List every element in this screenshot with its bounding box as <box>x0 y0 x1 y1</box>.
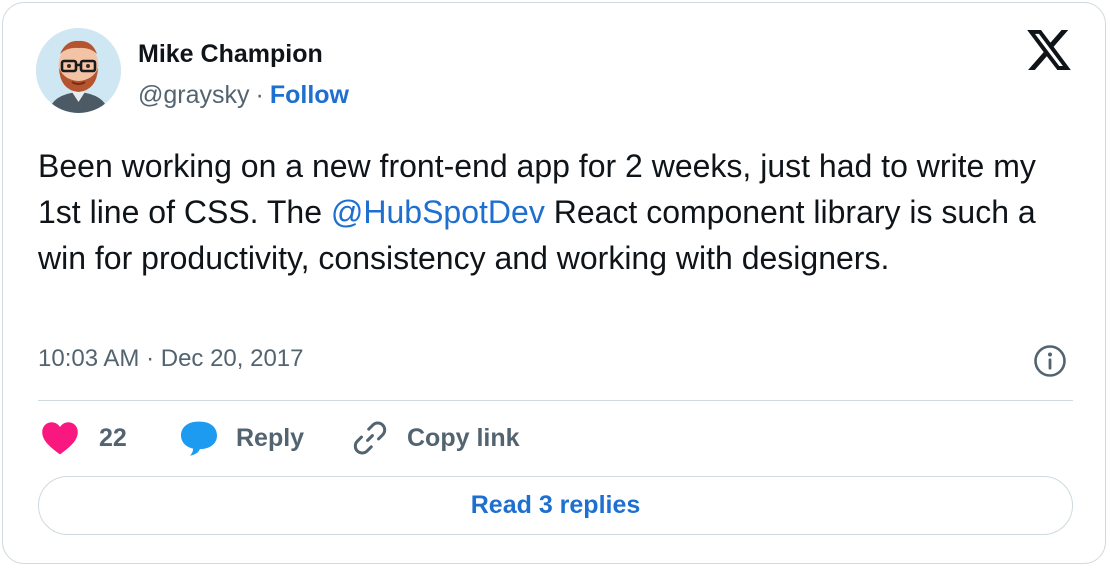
speech-bubble-icon <box>181 421 217 456</box>
link-icon <box>353 421 387 455</box>
author-name[interactable]: Mike Champion <box>138 40 323 69</box>
follow-button[interactable]: Follow <box>270 81 349 109</box>
tweet-text: Been working on a new front-end app for … <box>38 143 1083 281</box>
tweet-timestamp[interactable]: 10:03 AM · Dec 20, 2017 <box>38 345 304 373</box>
author-handle[interactable]: @graysky <box>138 81 250 109</box>
like-count: 22 <box>99 423 127 452</box>
like-button[interactable]: 22 <box>41 418 127 458</box>
divider <box>38 400 1073 401</box>
author-handle-row: @graysky · Follow <box>138 81 349 110</box>
copy-link-button[interactable]: Copy link <box>351 418 520 458</box>
heart-icon <box>42 422 78 455</box>
reply-button[interactable]: Reply <box>179 418 304 458</box>
copy-link-label: Copy link <box>407 423 520 452</box>
author-avatar[interactable] <box>36 28 121 113</box>
avatar-illustration <box>36 28 121 113</box>
reply-label: Reply <box>236 423 305 452</box>
read-replies-button[interactable]: Read 3 replies <box>38 476 1073 535</box>
info-icon[interactable] <box>1033 344 1067 378</box>
tweet-card: Mike Champion @graysky · Follow Been worki… <box>2 2 1106 564</box>
separator-dot: · <box>255 81 264 109</box>
mention-link[interactable]: @HubSpotDev <box>331 194 545 230</box>
x-logo-icon[interactable] <box>1027 30 1071 70</box>
